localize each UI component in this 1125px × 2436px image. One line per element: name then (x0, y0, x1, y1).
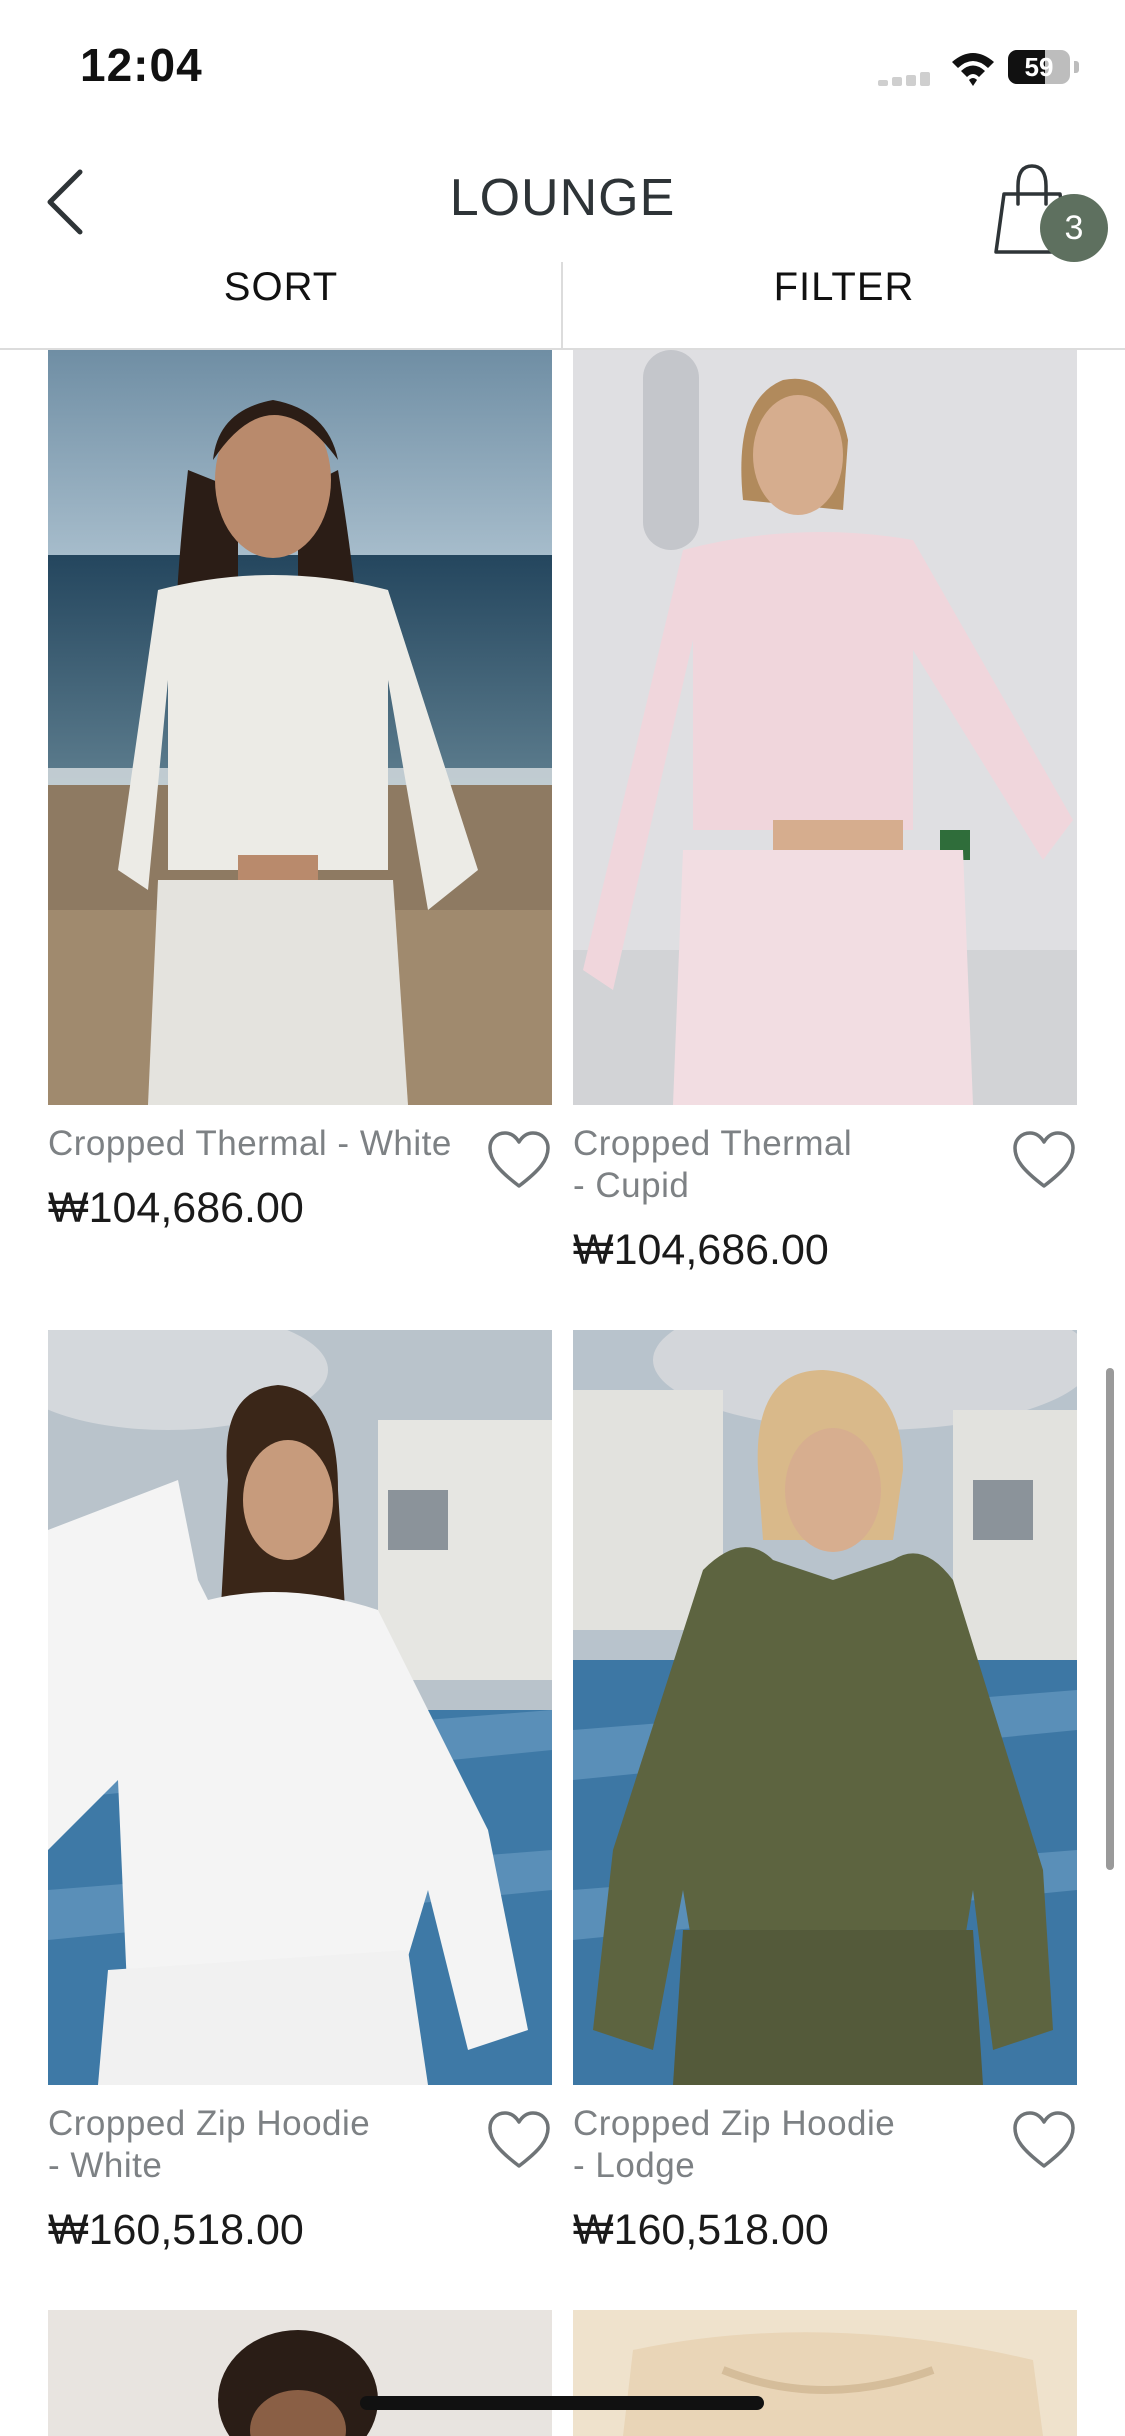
product-card[interactable]: Cropped Thermal - White ₩104,686.00 (48, 350, 552, 1250)
product-image[interactable] (573, 1330, 1077, 2085)
home-indicator[interactable] (360, 2396, 764, 2410)
heart-icon (1013, 1131, 1075, 1188)
product-card[interactable] (48, 2310, 552, 2436)
heart-icon (1013, 2111, 1075, 2168)
wifi-icon (950, 48, 996, 88)
sort-button[interactable]: SORT (0, 262, 562, 348)
filter-button[interactable]: FILTER (563, 262, 1125, 348)
product-card[interactable] (573, 2310, 1077, 2436)
sort-filter-bar: SORT FILTER (0, 262, 1125, 350)
favorite-button[interactable] (484, 2108, 554, 2172)
page-title: LOUNGE (449, 169, 676, 227)
product-name[interactable]: Cropped Thermal - White (48, 1123, 488, 1165)
product-name[interactable]: Cropped Thermal - Cupid (573, 1123, 1013, 1207)
scrollbar[interactable] (1106, 1368, 1114, 1870)
heart-icon (488, 2111, 550, 2168)
product-card[interactable]: Cropped Thermal - Cupid ₩104,686.00 (573, 350, 1077, 1290)
favorite-button[interactable] (484, 1128, 554, 1192)
status-bar: 12:04 59 (0, 0, 1125, 140)
product-image[interactable] (573, 2310, 1077, 2436)
product-price: ₩160,518.00 (48, 2206, 304, 2254)
battery-level: 59 (1024, 52, 1054, 82)
favorite-button[interactable] (1009, 1128, 1079, 1192)
product-image[interactable] (573, 350, 1077, 1105)
product-price: ₩104,686.00 (573, 1226, 829, 1274)
product-image[interactable] (48, 2310, 552, 2436)
favorite-button[interactable] (1009, 2108, 1079, 2172)
cellular-signal-icon (878, 72, 934, 86)
heart-icon (488, 1131, 550, 1188)
product-name[interactable]: Cropped Zip Hoodie - Lodge (573, 2103, 1013, 2187)
status-time: 12:04 (80, 39, 203, 91)
product-price: ₩104,686.00 (48, 1184, 304, 1232)
cart-count-badge: 3 (1040, 194, 1108, 262)
nav-header: LOUNGE (0, 140, 1125, 265)
product-price: ₩160,518.00 (573, 2206, 829, 2254)
product-image[interactable] (48, 350, 552, 1105)
product-card[interactable]: Cropped Zip Hoodie - White ₩160,518.00 (48, 1330, 552, 2270)
battery-icon: 59 (1008, 50, 1079, 86)
product-card[interactable]: Cropped Zip Hoodie - Lodge ₩160,518.00 (573, 1330, 1077, 2270)
product-name[interactable]: Cropped Zip Hoodie - White (48, 2103, 488, 2187)
product-image[interactable] (48, 1330, 552, 2085)
